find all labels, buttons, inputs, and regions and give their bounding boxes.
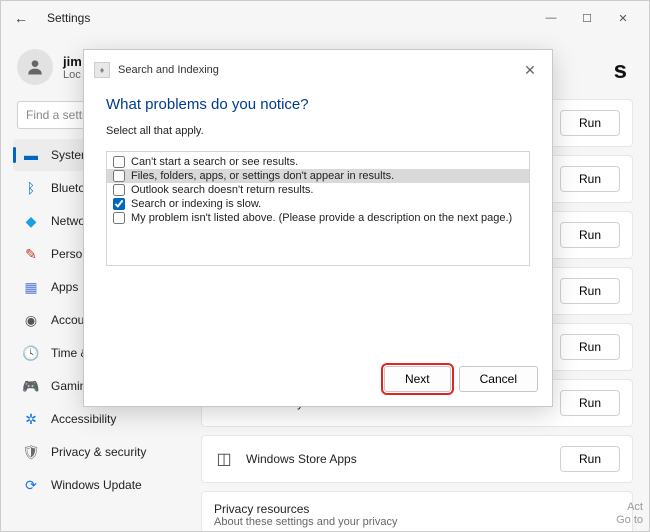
option-label: Can't start a search or see results.: [131, 156, 298, 168]
checkbox[interactable]: [113, 156, 125, 168]
apps-icon: ▦: [23, 279, 39, 295]
run-button[interactable]: Run: [560, 166, 620, 192]
option-files-not-appear[interactable]: Files, folders, apps, or settings don't …: [107, 169, 529, 183]
dialog-heading: What problems do you notice?: [106, 96, 530, 113]
window-title: Settings: [47, 11, 90, 25]
options-list: Can't start a search or see results. Fil…: [106, 151, 530, 266]
store-icon: ◫: [214, 449, 234, 469]
option-outlook-search[interactable]: Outlook search doesn't return results.: [107, 183, 529, 197]
user-text: jim Loc: [63, 54, 82, 81]
avatar: [17, 49, 53, 85]
sidebar-item-accessibility[interactable]: ✲ Accessibility: [13, 403, 197, 435]
run-button[interactable]: Run: [560, 222, 620, 248]
person-icon: [25, 57, 45, 77]
system-icon: ▬: [23, 147, 39, 163]
dialog-footer: Next Cancel: [84, 356, 552, 406]
maximize-button[interactable]: ☐: [569, 6, 605, 30]
troubleshooter-card-store: ◫ Windows Store Apps Run: [201, 435, 633, 483]
sidebar-item-label: Apps: [51, 280, 78, 294]
close-button[interactable]: ✕: [605, 6, 641, 30]
option-label: Files, folders, apps, or settings don't …: [131, 170, 394, 182]
run-button[interactable]: Run: [560, 278, 620, 304]
sidebar-item-update[interactable]: ⟳ Windows Update: [13, 469, 197, 501]
back-button[interactable]: ←: [9, 6, 33, 30]
sidebar-item-label: Accessibility: [51, 412, 116, 426]
run-button[interactable]: Run: [560, 390, 620, 416]
card-label: Windows Store Apps: [246, 452, 560, 466]
gaming-icon: 🎮: [23, 378, 39, 394]
dialog-body: What problems do you notice? Select all …: [84, 90, 552, 356]
dialog-title: Search and Indexing: [118, 64, 219, 76]
sidebar-item-privacy[interactable]: 🛡 Privacy & security: [13, 436, 197, 468]
checkbox[interactable]: [113, 170, 125, 182]
run-button[interactable]: Run: [560, 110, 620, 136]
wifi-icon: ◆: [23, 213, 39, 229]
option-not-listed[interactable]: My problem isn't listed above. (Please p…: [107, 211, 529, 225]
privacy-resources-card[interactable]: Privacy resources About these settings a…: [201, 491, 633, 531]
update-icon: ⟳: [23, 477, 39, 493]
next-button[interactable]: Next: [384, 366, 451, 392]
user-sub: Loc: [63, 69, 82, 81]
brush-icon: ✎: [23, 246, 39, 262]
option-cant-start-search[interactable]: Can't start a search or see results.: [107, 155, 529, 169]
accessibility-icon: ✲: [23, 411, 39, 427]
option-label: My problem isn't listed above. (Please p…: [131, 212, 512, 224]
run-button[interactable]: Run: [560, 446, 620, 472]
card-sub: About these settings and your privacy: [214, 516, 620, 528]
checkbox[interactable]: [113, 184, 125, 196]
option-label: Search or indexing is slow.: [131, 198, 261, 210]
option-label: Outlook search doesn't return results.: [131, 184, 313, 196]
card-label: Privacy resources: [214, 502, 620, 516]
shield-icon: 🛡: [23, 444, 39, 460]
dialog-sub: Select all that apply.: [106, 125, 530, 137]
bluetooth-icon: ᛒ: [23, 180, 39, 196]
user-name: jim: [63, 54, 82, 69]
checkbox[interactable]: [113, 212, 125, 224]
clock-icon: 🕓: [23, 345, 39, 361]
titlebar: ← Settings — ☐ ✕: [1, 1, 649, 35]
activation-watermark: Act Go to: [616, 501, 643, 527]
sidebar-item-label: Windows Update: [51, 478, 142, 492]
checkbox[interactable]: [113, 198, 125, 210]
dialog-close-button[interactable]: ✕: [518, 58, 542, 82]
option-indexing-slow[interactable]: Search or indexing is slow.: [107, 197, 529, 211]
run-button[interactable]: Run: [560, 334, 620, 360]
troubleshooter-dialog: ♦ Search and Indexing ✕ What problems do…: [83, 49, 553, 407]
sidebar-item-label: Privacy & security: [51, 445, 146, 459]
window-controls: — ☐ ✕: [533, 6, 641, 30]
troubleshooter-icon: ♦: [94, 62, 110, 78]
accounts-icon: ◉: [23, 312, 39, 328]
cancel-button[interactable]: Cancel: [459, 366, 538, 392]
minimize-button[interactable]: —: [533, 6, 569, 30]
dialog-titlebar: ♦ Search and Indexing ✕: [84, 50, 552, 90]
